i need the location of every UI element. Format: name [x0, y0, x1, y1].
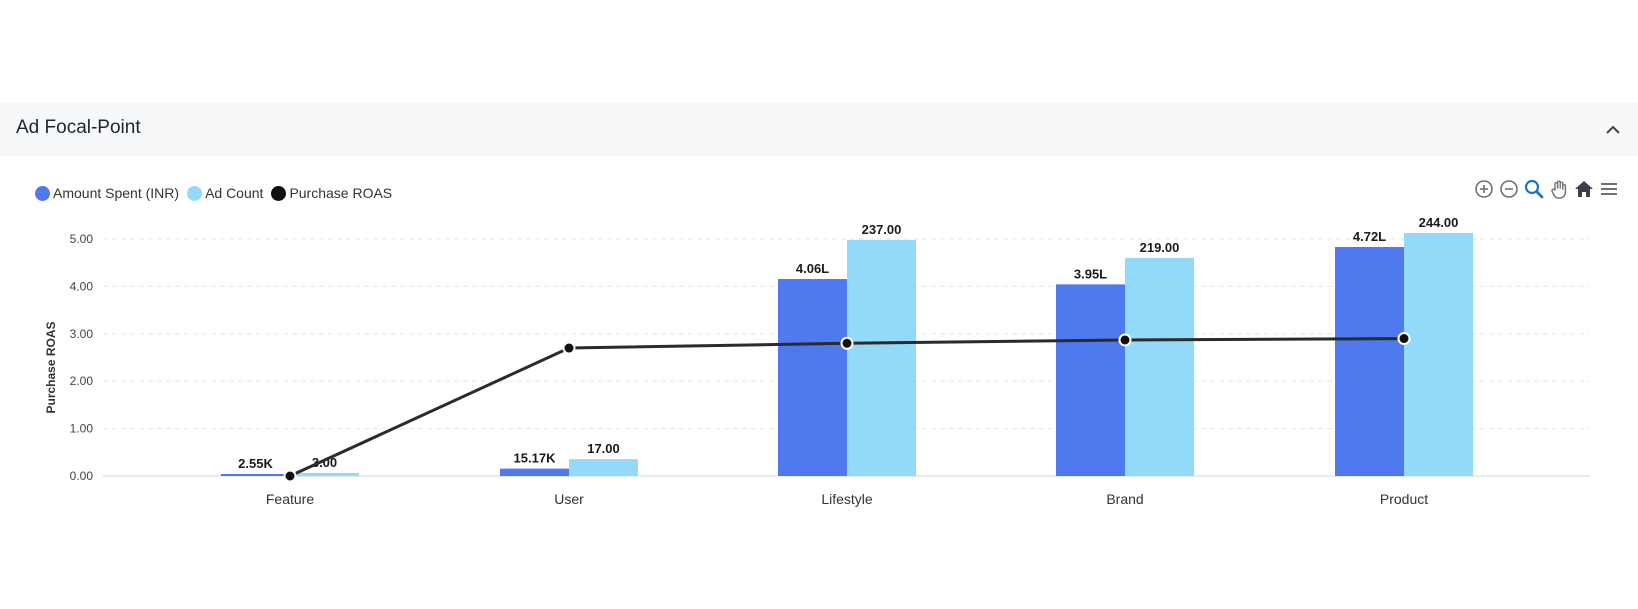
- y-tick-label: 3.00: [70, 327, 94, 341]
- bar-amount-spent: [221, 474, 290, 476]
- bar-ad-count: [847, 239, 916, 476]
- data-label: 237.00: [862, 222, 902, 237]
- legend-item-ad-count[interactable]: Ad Count: [187, 185, 263, 201]
- y-tick-label: 5.00: [70, 232, 94, 246]
- data-label: 4.06L: [796, 261, 829, 276]
- collapse-chevron-icon[interactable]: [1602, 119, 1624, 141]
- panel-header: Ad Focal-Point: [0, 103, 1638, 156]
- legend-item-amount-spent[interactable]: Amount Spent (INR): [35, 185, 179, 201]
- pan-icon[interactable]: [1548, 178, 1570, 200]
- legend-marker: [271, 185, 287, 201]
- y-tick-label: 1.00: [70, 422, 94, 436]
- data-label: 4.72L: [1353, 229, 1386, 244]
- chart-toolbar: [1470, 178, 1620, 200]
- menu-icon[interactable]: [1598, 178, 1620, 200]
- line-point: [283, 469, 297, 483]
- x-tick-label: Product: [1380, 491, 1428, 507]
- selection-zoom-icon[interactable]: [1523, 178, 1545, 200]
- line-point: [562, 341, 576, 355]
- line-point: [1397, 332, 1411, 346]
- x-tick-label: User: [554, 491, 584, 507]
- data-label: 17.00: [587, 441, 620, 456]
- legend-marker: [35, 185, 50, 201]
- data-label: 15.17K: [514, 451, 557, 466]
- zoom-in-icon[interactable]: [1473, 178, 1495, 200]
- zoom-out-icon[interactable]: [1498, 178, 1520, 200]
- legend-marker: [187, 185, 203, 201]
- bar-amount-spent: [1335, 247, 1404, 476]
- data-label: 244.00: [1419, 215, 1459, 230]
- bar-amount-spent: [500, 468, 569, 476]
- line-point: [1118, 333, 1132, 347]
- legend-label: Amount Spent (INR): [53, 185, 180, 201]
- bar-ad-count: [1404, 233, 1473, 476]
- y-tick-label: 4.00: [70, 279, 94, 293]
- x-tick-label: Lifestyle: [821, 491, 873, 507]
- chart-legend: Amount Spent (INR) Ad Count Purchase ROA…: [35, 185, 400, 201]
- legend-item-purchase-roas[interactable]: Purchase ROAS: [271, 185, 392, 201]
- bar-amount-spent: [1056, 284, 1125, 476]
- x-tick-label: Feature: [266, 491, 314, 507]
- chart-plot: 0.00 1.00 2.00 3.00 4.00 5.00 Purchase ROAS 2.5…: [44, 215, 1590, 507]
- data-label: 2.55K: [238, 456, 273, 471]
- panel-title: Ad Focal-Point: [16, 117, 141, 138]
- bar-ad-count: [290, 473, 359, 476]
- bar-ad-count: [1125, 257, 1194, 476]
- line-point: [840, 336, 854, 350]
- data-label: 219.00: [1140, 240, 1180, 255]
- reset-home-icon[interactable]: [1573, 178, 1595, 200]
- legend-label: Purchase ROAS: [289, 185, 393, 201]
- x-tick-label: Brand: [1106, 491, 1143, 507]
- y-tick-label: 2.00: [70, 374, 94, 388]
- y-axis-title: Purchase ROAS: [44, 321, 58, 413]
- y-tick-label: 0.00: [70, 469, 94, 483]
- bar-amount-spent: [778, 279, 847, 476]
- data-label: 3.95L: [1074, 266, 1107, 281]
- bar-ad-count: [569, 459, 638, 476]
- legend-label: Ad Count: [205, 185, 264, 201]
